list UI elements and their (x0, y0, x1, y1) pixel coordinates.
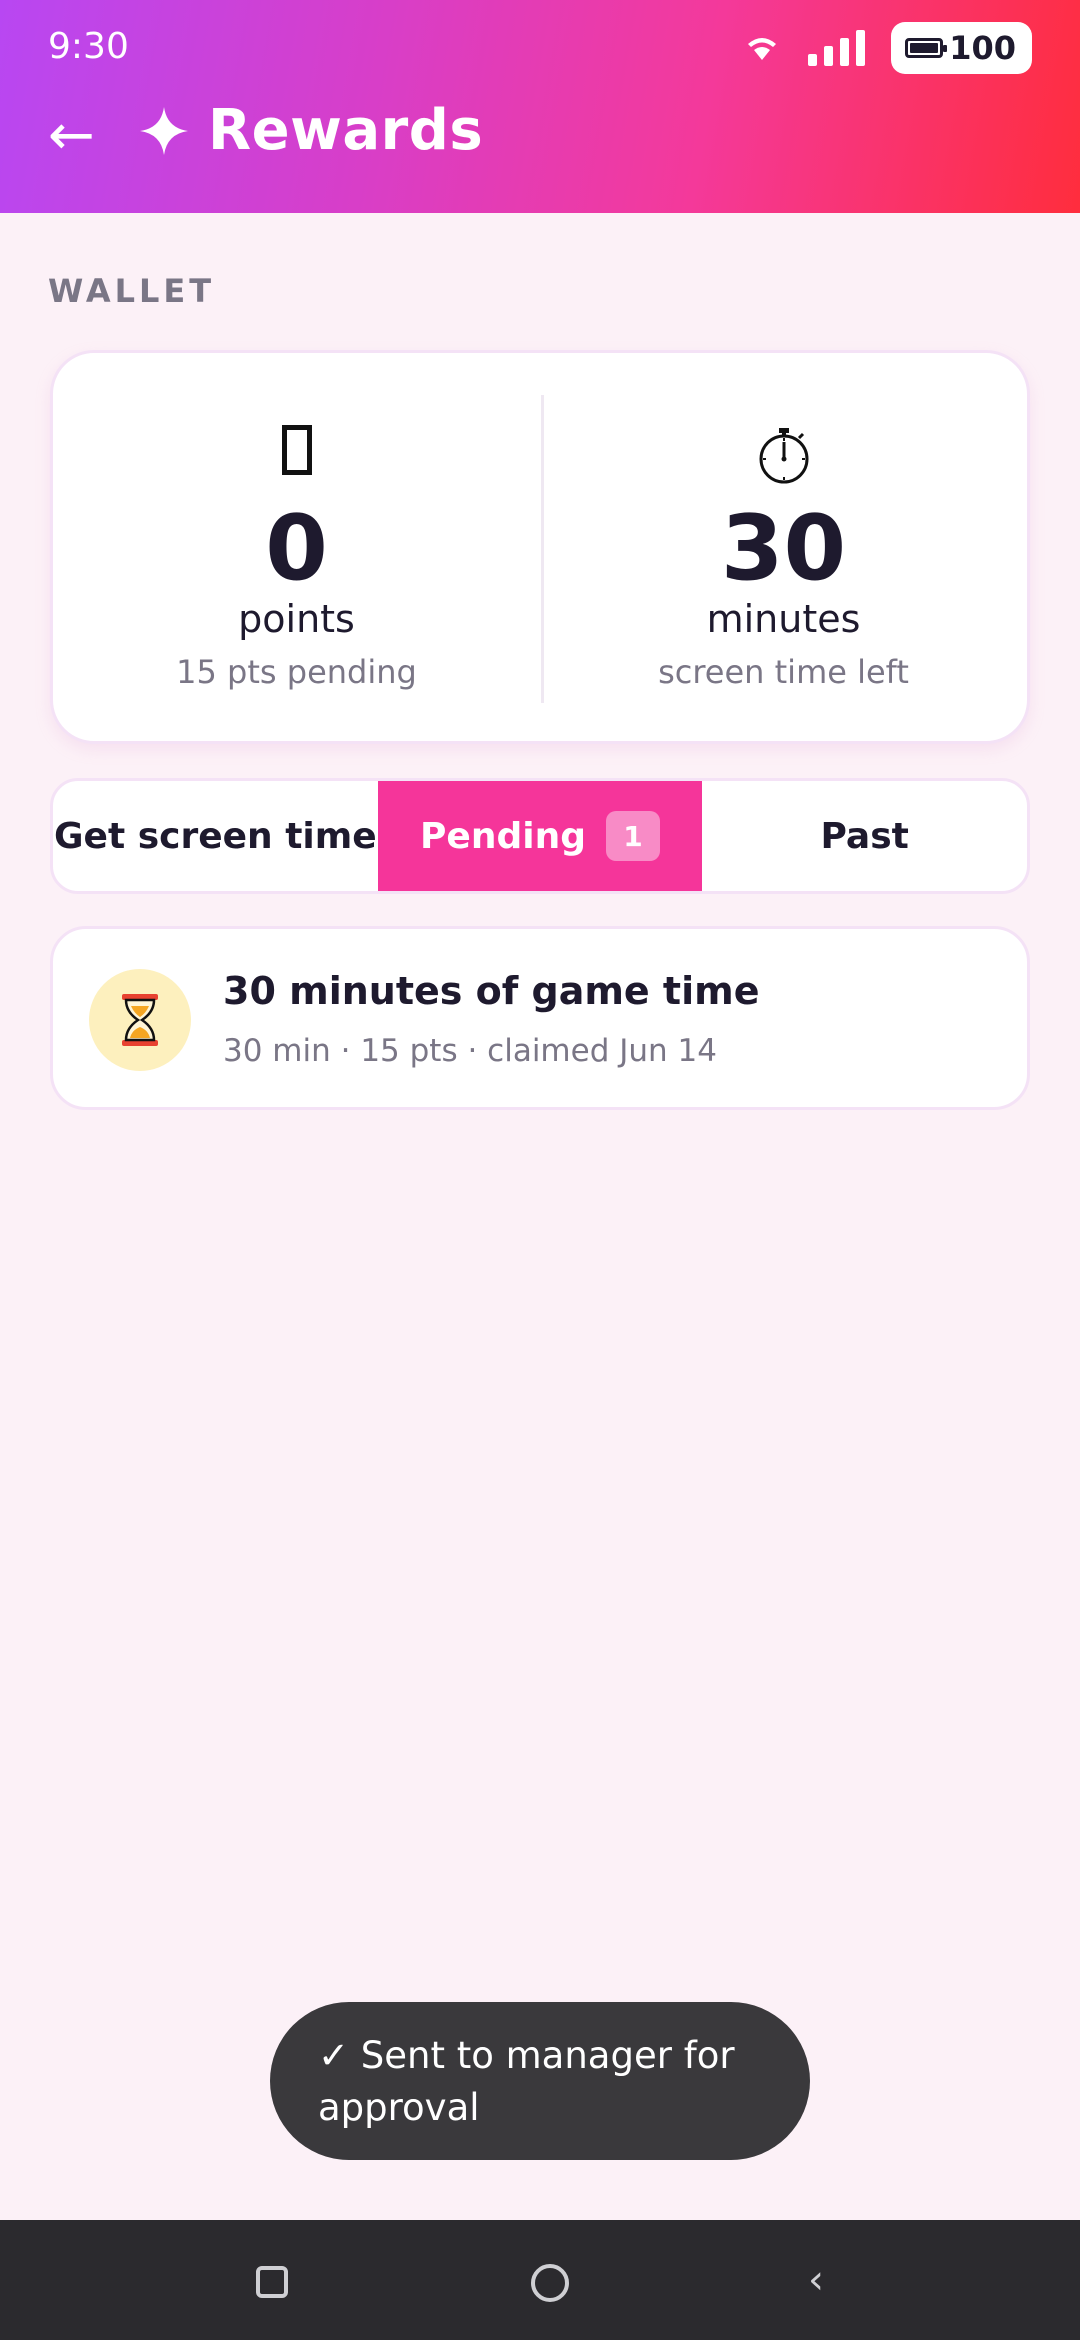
battery-level: 100 (949, 29, 1016, 67)
signal-icon (808, 30, 866, 66)
back-icon[interactable]: ‹ (808, 2256, 824, 2304)
app-header: 9:30 100 ← Rewards (0, 0, 1080, 213)
back-button[interactable]: ← (48, 102, 95, 170)
coin-icon (281, 425, 312, 475)
points-unit: points (238, 597, 355, 641)
pending-count-badge: 1 (605, 811, 660, 861)
minutes-column: 30 minutes screen time left (540, 353, 1027, 741)
home-icon[interactable] (531, 2264, 569, 2302)
pending-reward-card[interactable]: 30 minutes of game time 30 min · 15 pts … (50, 926, 1030, 1110)
system-nav-bar: ‹ (0, 2220, 1080, 2340)
page-title: Rewards (208, 98, 484, 163)
status-icons: 100 (742, 22, 1032, 74)
sparkle-icon (140, 106, 188, 155)
hourglass-icon (122, 994, 158, 1046)
wallet-section-label: WALLET (48, 272, 216, 310)
tab-past[interactable]: Past (702, 781, 1027, 891)
battery-body (905, 38, 948, 58)
minutes-remaining: screen time left (658, 653, 909, 691)
wifi-icon (748, 38, 777, 60)
header-title-wrap: Rewards (138, 98, 483, 163)
reward-icon-wrap (89, 969, 191, 1071)
points-column: 0 points 15 pts pending (53, 353, 540, 741)
points-pending: 15 pts pending (176, 653, 417, 691)
recents-icon[interactable] (256, 2266, 288, 2298)
reward-tabs: Get screen time Pending 1 Past (50, 778, 1030, 894)
status-time: 9:30 (48, 26, 129, 67)
wallet-card: 0 points 15 pts pending 30 minutes scree… (50, 350, 1030, 744)
tab-pending[interactable]: Pending 1 (377, 781, 703, 891)
approval-toast: ✓ Sent to manager for approval (270, 2002, 810, 2160)
minutes-value: 30 (720, 496, 847, 601)
battery-icon: 100 (891, 22, 1032, 74)
tab-label: Past (820, 815, 909, 857)
reward-meta: 30 min · 15 pts · claimed Jun 14 (223, 1033, 717, 1069)
stopwatch-icon (759, 428, 808, 484)
points-value: 0 (265, 496, 328, 601)
reward-title: 30 minutes of game time (223, 969, 760, 1013)
minutes-unit: minutes (706, 597, 861, 641)
tab-label: Get screen time (53, 815, 377, 857)
tab-get-screen-time[interactable]: Get screen time (53, 781, 378, 891)
tab-label: Pending (420, 815, 586, 857)
